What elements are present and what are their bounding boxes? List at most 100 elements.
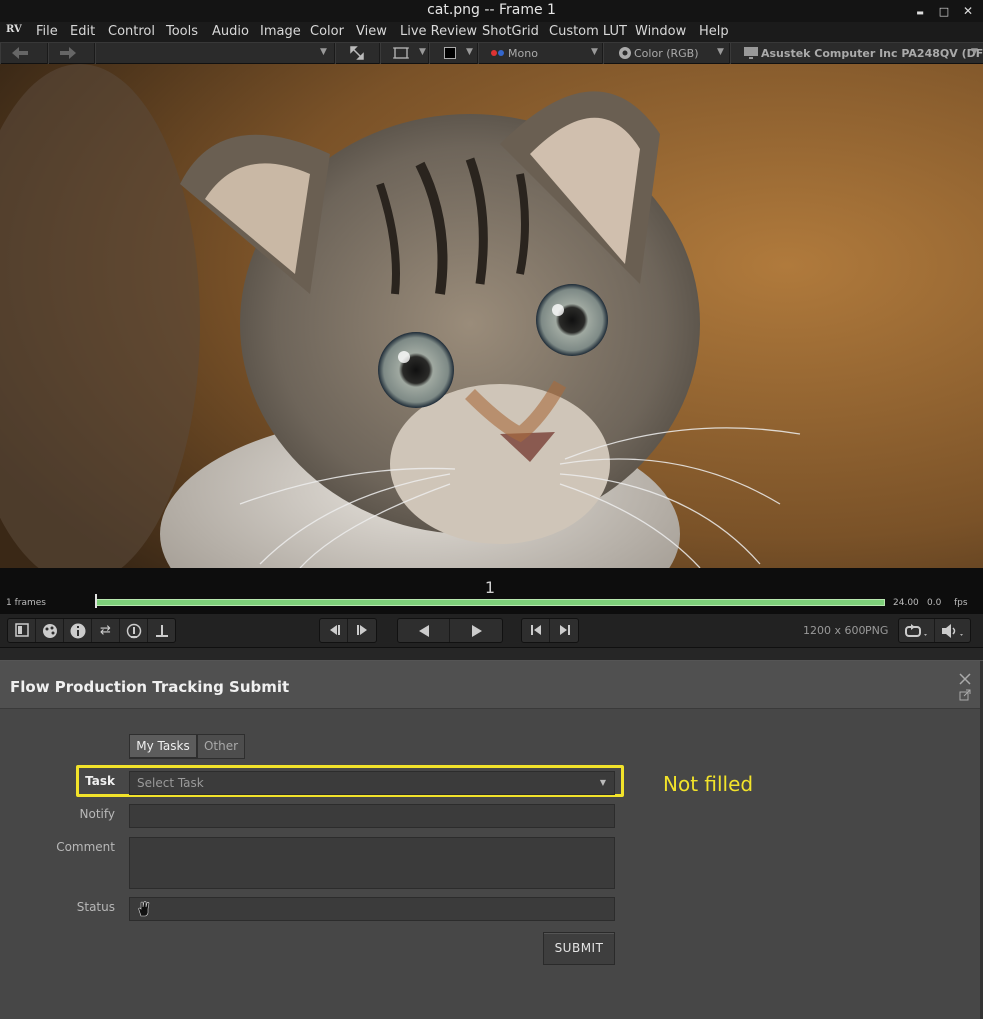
channel-dropdown[interactable]: Mono ▼ — [478, 43, 603, 64]
play-forward-button[interactable] — [450, 619, 503, 642]
monitor-icon — [744, 47, 758, 59]
minimize-button[interactable]: ▬ — [910, 1, 930, 21]
rgb-dots-icon — [491, 50, 497, 56]
status-field[interactable] — [129, 897, 615, 921]
submit-button[interactable]: SUBMIT — [543, 932, 615, 965]
menu-window[interactable]: Window — [635, 24, 686, 39]
info-button[interactable] — [64, 619, 92, 642]
jump-end-button[interactable] — [550, 619, 579, 642]
menu-tools[interactable]: Tools — [166, 24, 198, 39]
maximize-icon: □ — [938, 5, 950, 18]
fps-target: 24.00 — [893, 598, 919, 608]
arrow-right-icon — [60, 47, 76, 59]
playback-controls: ⇄ 1200 x 600 PNG — [0, 614, 983, 648]
annotation-not-filled: Not filled — [663, 772, 754, 796]
loop-mode-button[interactable] — [899, 619, 935, 642]
image-format: PNG — [865, 624, 889, 637]
image-viewer[interactable] — [0, 64, 983, 568]
play-backward-icon — [418, 625, 429, 637]
timeline[interactable]: 1 1 frames 24.00 0.0 fps — [0, 568, 983, 614]
play-backward-button[interactable] — [398, 619, 450, 642]
step-back-button[interactable] — [320, 619, 348, 642]
task-label: Task — [85, 774, 115, 788]
submit-panel: Flow Production Tracking Submit My Tasks… — [0, 660, 983, 1019]
in-point-button[interactable] — [120, 619, 148, 642]
menu-bar: RV File Edit Control Tools Audio Image C… — [0, 22, 983, 42]
step-forward-icon — [356, 625, 367, 635]
close-icon: ✕ — [962, 4, 974, 18]
close-panel-button[interactable] — [959, 673, 971, 689]
menu-edit[interactable]: Edit — [70, 24, 95, 39]
title-bar: cat.png -- Frame 1 ▬ □ ✕ — [0, 0, 983, 22]
kitten-image — [0, 64, 983, 568]
step-group — [319, 618, 377, 643]
notify-input[interactable] — [129, 804, 615, 828]
menu-custom-lut[interactable]: Custom LUT — [549, 24, 627, 39]
color-swatch-icon — [444, 47, 456, 59]
source-dropdown[interactable]: ▼ — [95, 43, 335, 64]
color-wheel-icon — [619, 47, 631, 59]
rv-logo: RV — [6, 24, 22, 35]
menu-control[interactable]: Control — [108, 24, 155, 39]
jump-start-button[interactable] — [522, 619, 550, 642]
fps-unit: fps — [954, 598, 968, 608]
swap-button[interactable]: ⇄ — [92, 619, 120, 642]
color-space-label: Color (RGB) — [634, 47, 699, 60]
skip-start-icon — [530, 625, 541, 635]
chevron-down-icon: ▼ — [466, 47, 473, 57]
channel-mode-label: Mono — [508, 47, 538, 60]
minimize-icon: ▬ — [916, 8, 924, 17]
chevron-down-icon: ▼ — [419, 47, 426, 57]
skip-end-icon — [559, 625, 570, 635]
frame-icon — [393, 47, 409, 59]
close-window-button[interactable]: ✕ — [958, 1, 978, 21]
display-dropdown[interactable]: Asustek Computer Inc PA248QV (DFP-3) ▼ — [730, 43, 983, 64]
background-color-dropdown[interactable]: ▼ — [429, 43, 478, 64]
arrow-left-icon — [12, 47, 28, 59]
window-title: cat.png -- Frame 1 — [427, 2, 556, 18]
current-frame-number: 1 — [484, 578, 496, 597]
color-tools-button[interactable] — [36, 619, 64, 642]
tab-my-tasks[interactable]: My Tasks — [129, 734, 197, 759]
step-forward-button[interactable] — [348, 619, 377, 642]
forward-button[interactable] — [48, 43, 95, 64]
volume-button[interactable] — [935, 619, 971, 642]
palette-icon — [42, 624, 57, 638]
play-group — [397, 618, 503, 643]
panel-icon — [14, 623, 29, 637]
maximize-button[interactable]: □ — [934, 1, 954, 21]
fit-button[interactable] — [335, 43, 380, 64]
menu-shotgrid[interactable]: ShotGrid — [482, 24, 539, 39]
menu-view[interactable]: View — [356, 24, 387, 39]
chevron-down-icon: ▼ — [320, 47, 327, 57]
loop-icon — [904, 624, 927, 637]
panel-divider — [0, 648, 983, 660]
task-select[interactable]: Select Task ▼ — [129, 771, 615, 795]
back-button[interactable] — [0, 43, 48, 64]
menu-audio[interactable]: Audio — [212, 24, 249, 39]
menu-color[interactable]: Color — [310, 24, 344, 39]
panel-header: Flow Production Tracking Submit — [0, 661, 983, 709]
menu-live-review[interactable]: Live Review — [400, 24, 477, 39]
status-label: Status — [76, 900, 115, 914]
menu-help[interactable]: Help — [699, 24, 729, 39]
task-placeholder: Select Task — [137, 776, 204, 790]
undock-panel-button[interactable] — [959, 689, 971, 705]
color-space-dropdown[interactable]: Color (RGB) ▼ — [603, 43, 730, 64]
frame-dropdown[interactable]: ▼ — [380, 43, 429, 64]
session-manager-button[interactable] — [8, 619, 36, 642]
playhead[interactable] — [95, 594, 97, 608]
swap-arrows-icon: ⇄ — [100, 623, 111, 638]
comment-textarea[interactable] — [129, 837, 615, 889]
tool-buttons: ⇄ — [7, 618, 176, 643]
menu-image[interactable]: Image — [260, 24, 301, 39]
timer-icon — [126, 623, 141, 639]
marker-icon — [156, 625, 168, 637]
out-point-button[interactable] — [148, 619, 176, 642]
display-label: Asustek Computer Inc PA248QV (DFP-3) — [761, 47, 983, 60]
timeline-range-bar[interactable] — [96, 599, 885, 606]
menu-file[interactable]: File — [36, 24, 58, 39]
expand-icon — [350, 46, 364, 60]
tab-other[interactable]: Other — [197, 734, 245, 759]
chevron-down-icon: ▼ — [591, 47, 598, 57]
